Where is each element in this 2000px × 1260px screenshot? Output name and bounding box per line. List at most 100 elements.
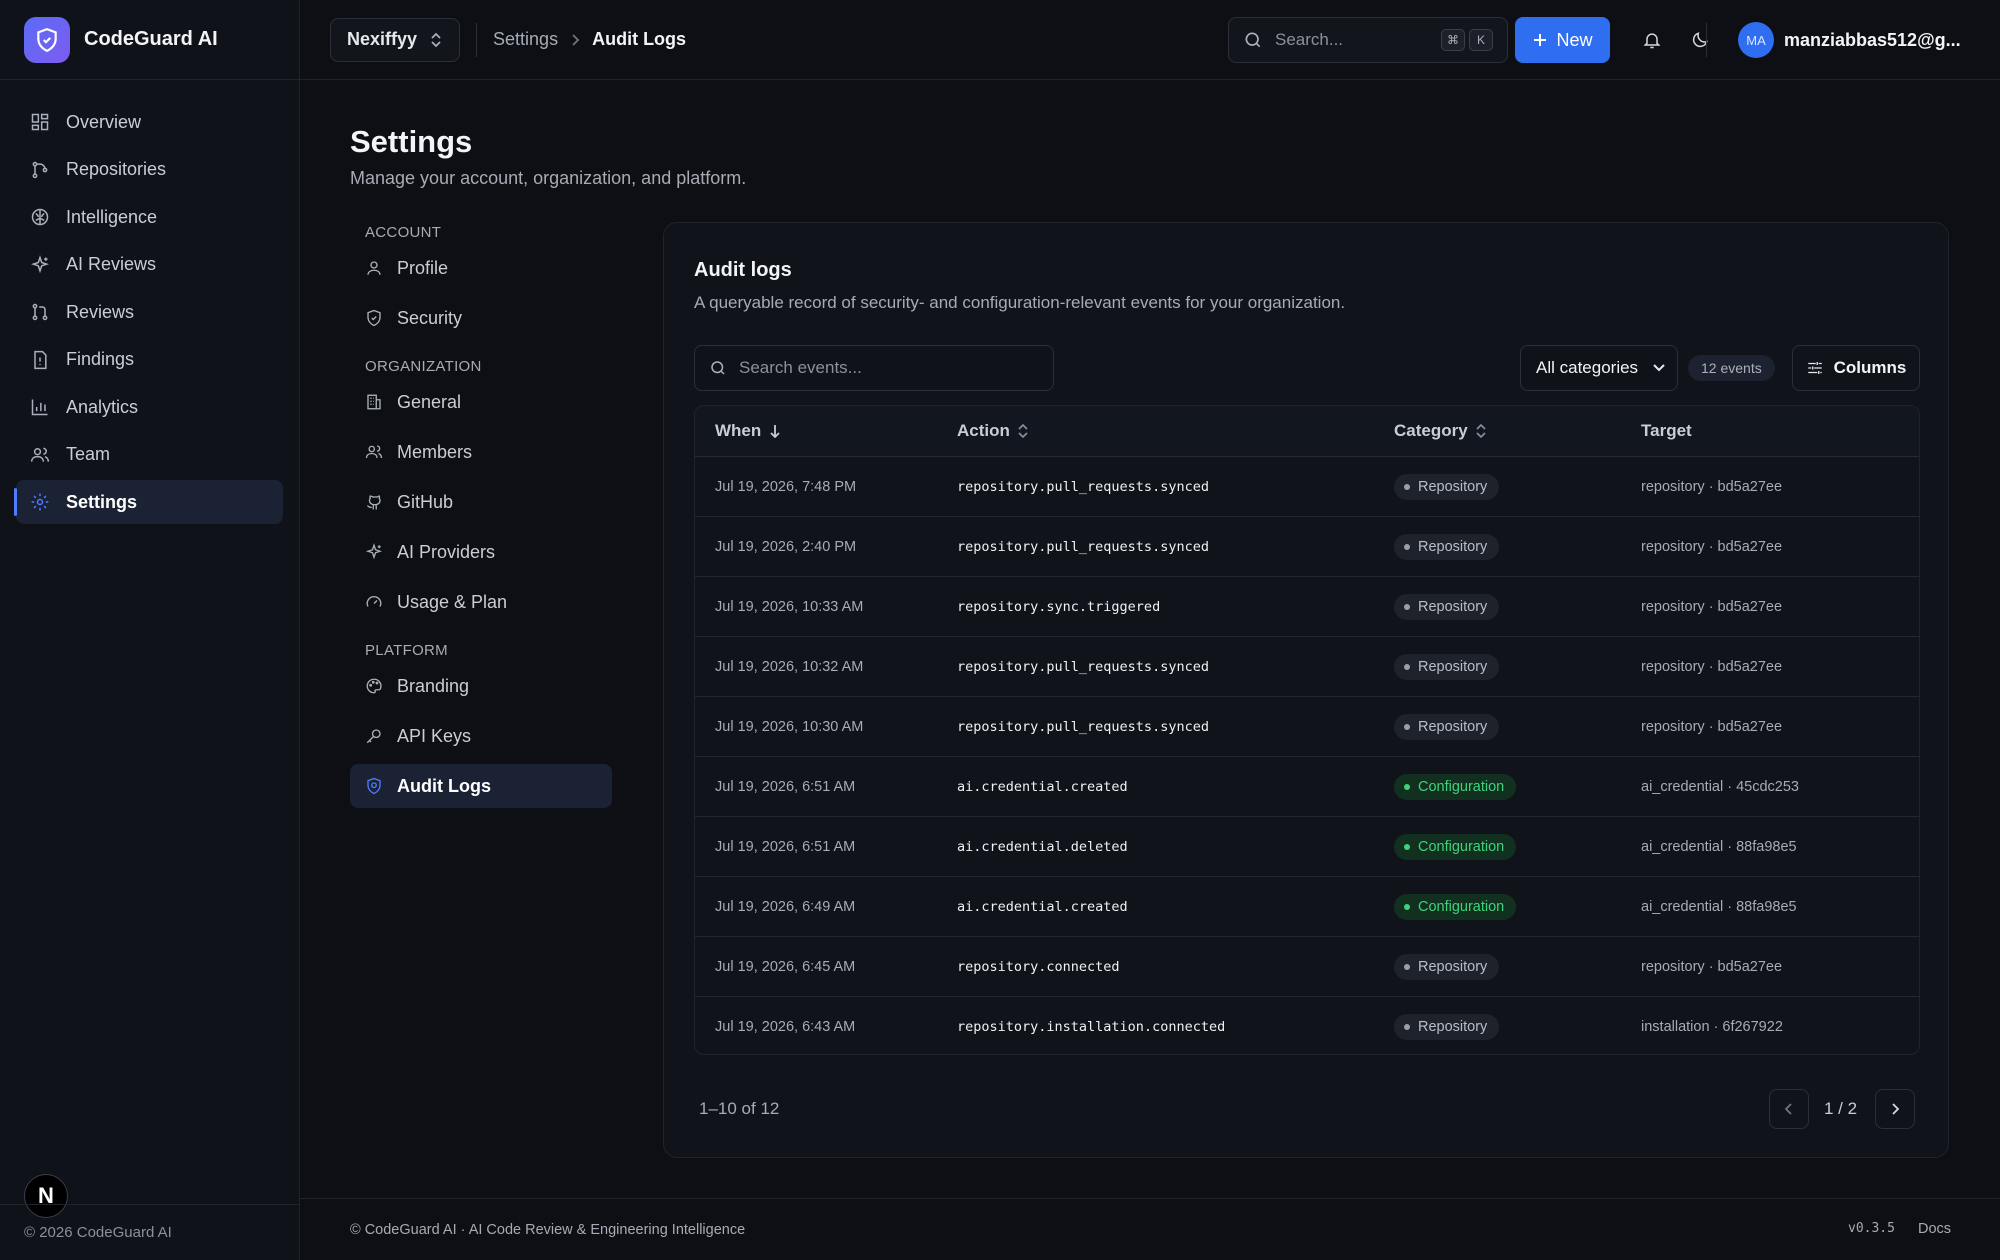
users-icon (30, 447, 50, 462)
cell-category: Repository (1394, 653, 1641, 680)
page-title: Settings (350, 124, 473, 159)
category-filter-select[interactable]: All categories (1520, 345, 1678, 391)
shield-icon (367, 309, 381, 327)
git-branch-icon (32, 161, 48, 178)
settings-item-general[interactable]: General (350, 380, 612, 424)
sidebar-item-settings[interactable]: Settings (14, 480, 283, 524)
sidebar-item-label: Repositories (66, 159, 167, 179)
breadcrumb-settings[interactable]: Settings (493, 29, 558, 50)
category-badge-label: Repository (1418, 598, 1488, 615)
sort-icon (1476, 423, 1486, 439)
user-icon (367, 261, 381, 275)
cell-category: Configuration (1394, 893, 1641, 920)
settings-item-api-keys[interactable]: API Keys (350, 714, 612, 758)
search-icon (1245, 32, 1261, 48)
col-label: Action (957, 421, 1010, 440)
settings-item-branding[interactable]: Branding (350, 664, 612, 708)
dot-icon (1404, 783, 1410, 790)
building-icon (367, 394, 381, 410)
columns-button-label: Columns (1833, 358, 1907, 377)
settings-item-security[interactable]: Security (350, 296, 612, 340)
shield-logo-icon (24, 16, 70, 63)
audit-table: When Action Category Target Jul 19, 2026… (694, 405, 1920, 1055)
col-action[interactable]: Action (957, 421, 1394, 441)
sidebar-item-label: Team (66, 444, 111, 464)
table-row[interactable]: Jul 19, 2026, 6:43 AM repository.installa… (695, 997, 1919, 1054)
category-badge: Repository (1394, 653, 1500, 680)
sidebar-item-findings[interactable]: Findings (16, 338, 283, 382)
plus-icon (1534, 34, 1547, 46)
table-row[interactable]: Jul 19, 2026, 6:45 AM repository.connecte… (695, 937, 1919, 997)
page-subtitle: Manage your account, organization, and p… (350, 168, 747, 188)
sidebar-item-repositories[interactable]: Repositories (16, 148, 283, 192)
sidebar-item-overview[interactable]: Overview (16, 100, 283, 144)
cell-action: repository.sync.triggered (957, 598, 1161, 615)
col-label: Target (1641, 421, 1692, 440)
global-search[interactable]: Search... ⌘ K (1228, 17, 1508, 63)
settings-item-audit-logs[interactable]: Audit Logs (350, 764, 612, 808)
sidebar-item-analytics[interactable]: Analytics (16, 385, 283, 429)
sidebar-item-team[interactable]: Team (16, 433, 283, 477)
settings-item-profile[interactable]: Profile (350, 246, 612, 290)
event-search-input[interactable]: Search events... (694, 345, 1054, 391)
table-row[interactable]: Jul 19, 2026, 7:48 PM repository.pull_req… (695, 457, 1919, 517)
prev-page-button[interactable] (1769, 1089, 1809, 1129)
table-row[interactable]: Jul 19, 2026, 6:51 AM ai.credential.creat… (695, 757, 1919, 817)
pagination-range: 1–10 of 12 (699, 1099, 780, 1118)
table-row[interactable]: Jul 19, 2026, 10:32 AM repository.pull_re… (695, 637, 1919, 697)
sidebar-footer: © 2026 CodeGuard AI (0, 1204, 300, 1260)
table-body: Jul 19, 2026, 7:48 PM repository.pull_req… (695, 457, 1919, 1054)
category-badge: Repository (1394, 473, 1500, 500)
event-count-badge: 12 events (1688, 355, 1775, 381)
settings-item-usage-plan[interactable]: Usage & Plan (350, 580, 612, 624)
org-switcher[interactable]: Nexiffyy (330, 17, 461, 62)
table-row[interactable]: Jul 19, 2026, 10:33 AM repository.sync.tr… (695, 577, 1919, 637)
table-row[interactable]: Jul 19, 2026, 10:30 AM repository.pull_re… (695, 697, 1919, 757)
settings-item-label: AI Providers (397, 541, 496, 562)
sidebar-item-label: Overview (66, 111, 142, 132)
table-row[interactable]: Jul 19, 2026, 2:40 PM repository.pull_req… (695, 517, 1919, 577)
settings-item-members[interactable]: Members (350, 430, 612, 474)
columns-button[interactable]: Columns (1792, 345, 1920, 391)
brand[interactable]: CodeGuard AI (0, 0, 299, 80)
cell-when: Jul 19, 2026, 7:48 PM (715, 478, 857, 495)
col-category[interactable]: Category (1394, 421, 1641, 441)
category-badge: Repository (1394, 593, 1500, 620)
settings-item-github[interactable]: GitHub (350, 480, 612, 524)
cell-target: repository · bd5a27ee (1641, 958, 1783, 975)
pagination-page: 1 / 2 (1824, 1099, 1858, 1118)
docs-link[interactable]: Docs (1918, 1221, 1951, 1237)
moon-icon[interactable] (1684, 24, 1716, 56)
page-footer: © CodeGuard AI · AI Code Review & Engine… (300, 1198, 2000, 1260)
settings-group-account: ACCOUNT (365, 223, 442, 241)
dot-icon (1404, 543, 1410, 550)
category-badge-label: Repository (1418, 1019, 1488, 1035)
category-badge: Repository (1394, 953, 1500, 980)
avatar: MA (1738, 22, 1774, 58)
settings-item-ai-providers[interactable]: AI Providers (350, 530, 612, 574)
sidebar-item-label: Analytics (66, 396, 139, 417)
bell-icon[interactable] (1636, 24, 1668, 56)
cell-category: Repository (1394, 1014, 1641, 1040)
cell-target: ai_credential · 88fa98e5 (1641, 898, 1797, 915)
new-button[interactable]: New (1515, 17, 1610, 63)
sidebar-item-label: AI Reviews (66, 254, 157, 274)
breadcrumb-current: Audit Logs (592, 29, 687, 49)
dot-icon (1404, 903, 1410, 910)
col-when[interactable]: When (695, 421, 957, 441)
settings-item-label: Audit Logs (397, 775, 491, 796)
table-row[interactable]: Jul 19, 2026, 6:49 AM ai.credential.creat… (695, 877, 1919, 937)
table-row[interactable]: Jul 19, 2026, 6:51 AM ai.credential.delet… (695, 817, 1919, 877)
cell-category: Repository (1394, 473, 1641, 500)
next-page-button[interactable] (1875, 1089, 1915, 1129)
cell-action: repository.pull_requests.synced (957, 538, 1209, 555)
sort-icon (1018, 423, 1028, 439)
sidebar-item-intelligence[interactable]: Intelligence (16, 195, 283, 239)
cell-target: installation · 6f267922 (1641, 1019, 1783, 1035)
sidebar-item-ai-reviews[interactable]: AI Reviews (16, 243, 283, 287)
user-menu[interactable]: MA manziabbas512@g... (1738, 20, 1961, 60)
cell-action: ai.credential.created (957, 898, 1128, 915)
divider (1706, 23, 1707, 57)
cell-target: repository · bd5a27ee (1641, 538, 1783, 555)
sidebar-item-reviews[interactable]: Reviews (16, 290, 283, 334)
